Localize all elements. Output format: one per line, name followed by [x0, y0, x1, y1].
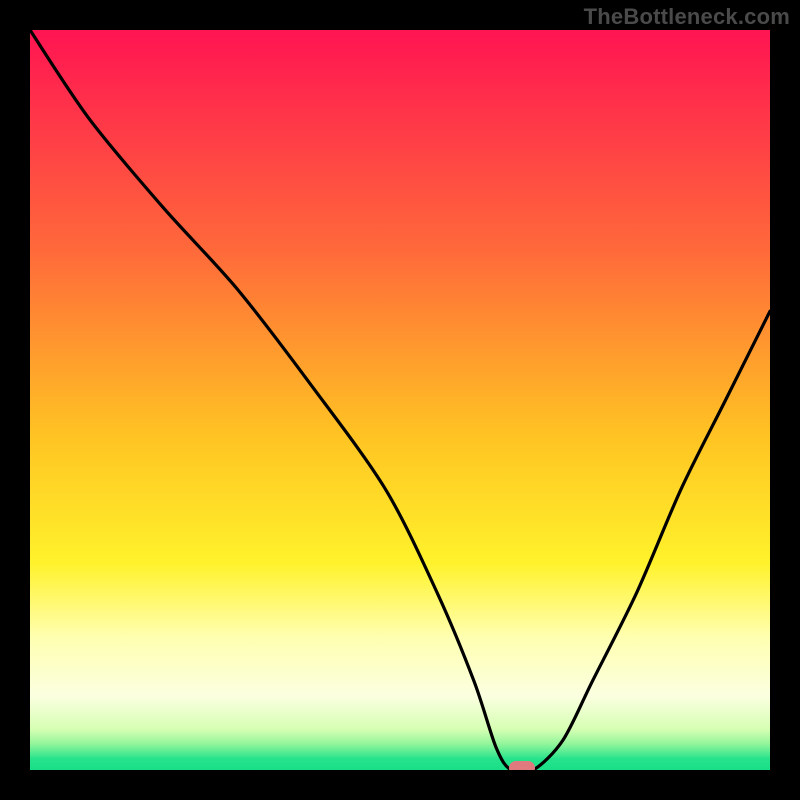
optimal-marker: [509, 761, 535, 770]
bottleneck-curve: [30, 30, 770, 770]
attribution-text: TheBottleneck.com: [584, 4, 790, 30]
chart-frame: TheBottleneck.com: [0, 0, 800, 800]
plot-area: [30, 30, 770, 770]
